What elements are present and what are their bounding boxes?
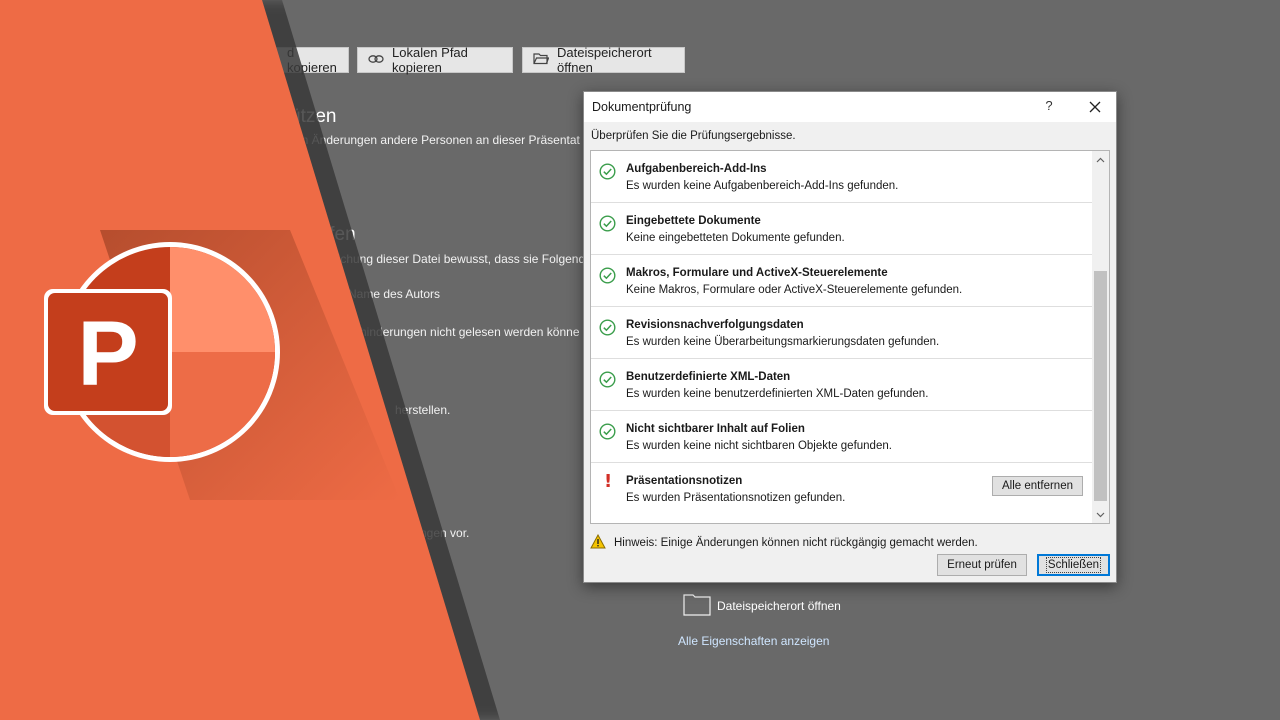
item-title: Präsentationsnotizen <box>626 475 743 487</box>
list-item: Makros, Formulare und ActiveX-Steuerelem… <box>591 255 1093 307</box>
list-item: Eingebettete Dokumente Keine eingebettet… <box>591 203 1093 255</box>
check-circle-icon <box>599 319 616 336</box>
item-description: Es wurden keine Überarbeitungsmarkierung… <box>626 336 940 348</box>
item-title: Revisionsnachverfolgungsdaten <box>626 319 804 331</box>
notice-text: Hinweis: Einige Änderungen können nicht … <box>614 537 978 549</box>
exclamation-icon: ! <box>604 471 613 492</box>
scroll-up-icon[interactable] <box>1092 151 1109 168</box>
link-icon <box>368 53 384 68</box>
item-title: Eingebettete Dokumente <box>626 215 761 227</box>
check-circle-icon <box>599 163 616 180</box>
scrollbar-thumb[interactable] <box>1094 271 1107 501</box>
item-title: Nicht sichtbarer Inhalt auf Folien <box>626 423 805 435</box>
results-scrollbar[interactable] <box>1092 151 1109 523</box>
bullet-impairment: hinderungen nicht gelesen werden könne <box>360 325 580 339</box>
dialog-subtitle: Überprüfen Sie die Prüfungsergebnisse. <box>591 130 796 142</box>
close-label: Schließen <box>1045 557 1102 573</box>
check-circle-icon <box>599 215 616 232</box>
section-protect-text: on Änderungen andere Personen an dieser … <box>295 133 580 147</box>
scroll-down-icon[interactable] <box>1092 506 1109 523</box>
copy-local-path-button[interactable]: Lokalen Pfad kopieren <box>357 45 513 75</box>
help-button[interactable]: ? <box>1039 98 1059 116</box>
item-title: Aufgabenbereich-Add-Ins <box>626 163 767 175</box>
notice-row: Hinweis: Einige Änderungen können nicht … <box>590 533 978 552</box>
copy-local-path-label: Lokalen Pfad kopieren <box>392 45 468 75</box>
recheck-button[interactable]: Erneut prüfen <box>937 554 1027 576</box>
item-description: Keine Makros, Formulare oder ActiveX-Ste… <box>626 284 963 296</box>
dialog-titlebar: Dokumentprüfung ? <box>584 92 1116 122</box>
document-inspector-dialog: Dokumentprüfung ? Überprüfen Sie die Prü… <box>583 91 1117 583</box>
powerpoint-logo: P <box>40 240 285 465</box>
open-file-location-button[interactable]: Dateispeicherort öffnen <box>522 45 685 75</box>
warning-triangle-icon <box>590 533 606 552</box>
dialog-title: Dokumentprüfung <box>592 100 692 114</box>
section-inspect-text: lichung dieser Datei bewusst, dass sie F… <box>335 252 586 266</box>
item-description: Es wurden Präsentationsnotizen gefunden. <box>626 492 846 504</box>
check-circle-icon <box>599 371 616 388</box>
list-item: Benutzerdefinierte XML-Daten Es wurden k… <box>591 359 1093 411</box>
folder-open-icon <box>533 52 550 68</box>
folder-icon <box>683 592 711 619</box>
open-location-label: Dateispeicherort öffnen <box>717 598 841 613</box>
logo-letter: P <box>77 303 138 405</box>
item-description: Es wurden keine nicht sichtbaren Objekte… <box>626 440 892 452</box>
item-description: Es wurden keine benutzerdefinierten XML-… <box>626 388 929 400</box>
list-item: Nicht sichtbarer Inhalt auf Folien Es wu… <box>591 411 1093 463</box>
list-item: Revisionsnachverfolgungsdaten Es wurden … <box>591 307 1093 359</box>
item-description: Es wurden keine Aufgabenbereich-Add-Ins … <box>626 180 899 192</box>
close-button[interactable]: Schließen <box>1037 554 1110 576</box>
results-list: Aufgabenbereich-Add-Ins Es wurden keine … <box>590 150 1110 524</box>
open-file-location-label: Dateispeicherort öffnen <box>557 45 652 75</box>
open-location-row[interactable]: Dateispeicherort öffnen <box>683 592 841 619</box>
show-all-properties-link[interactable]: Alle Eigenschaften anzeigen <box>678 634 829 648</box>
close-icon[interactable] <box>1082 95 1108 119</box>
check-circle-icon <box>599 267 616 284</box>
list-item: ! Präsentationsnotizen Es wurden Präsent… <box>591 463 1093 515</box>
recheck-label: Erneut prüfen <box>947 559 1017 571</box>
item-title: Makros, Formulare und ActiveX-Steuerelem… <box>626 267 888 279</box>
list-item: Aufgabenbereich-Add-Ins Es wurden keine … <box>591 151 1093 203</box>
check-circle-icon <box>599 423 616 440</box>
item-description: Keine eingebetteten Dokumente gefunden. <box>626 232 845 244</box>
item-title: Benutzerdefinierte XML-Daten <box>626 371 791 383</box>
remove-all-button[interactable]: Alle entfernen <box>992 476 1083 496</box>
